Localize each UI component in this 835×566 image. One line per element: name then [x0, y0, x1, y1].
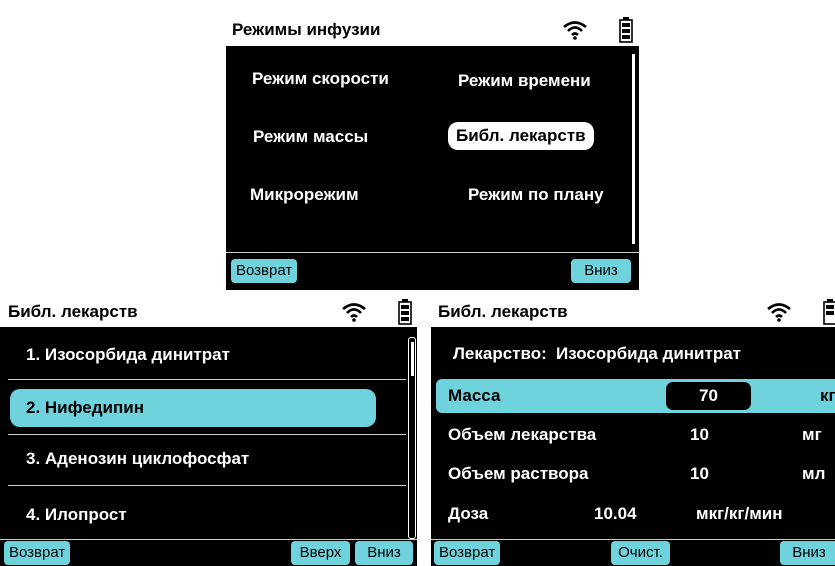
- battery-icon: [823, 299, 835, 325]
- bottom-divider: [431, 539, 835, 540]
- down-button[interactable]: Вниз: [355, 541, 413, 565]
- drug-name: Изосорбида динитрат: [556, 344, 741, 363]
- mass-input[interactable]: 70: [666, 382, 751, 410]
- mode-mass[interactable]: Режим массы: [253, 127, 368, 147]
- mode-plan[interactable]: Режим по плану: [468, 185, 604, 205]
- back-button[interactable]: Возврат: [434, 541, 501, 565]
- divider: [8, 434, 406, 435]
- scrollbar-thumb[interactable]: [411, 342, 414, 376]
- list-item[interactable]: 3. Аденозин циклофосфат: [0, 437, 407, 480]
- titlebar: Библ. лекарств: [431, 297, 835, 327]
- mode-micro[interactable]: Микрорежим: [250, 185, 359, 205]
- divider: [8, 485, 406, 486]
- param-row-dose[interactable]: Доза 10.04 мкг/кг/мин: [431, 497, 835, 531]
- divider: [8, 379, 406, 380]
- drug-library-screen: Библ. лекарств 1. Изосорбида динитрат 2.…: [0, 297, 417, 566]
- back-button[interactable]: Возврат: [4, 541, 71, 565]
- back-button[interactable]: Возврат: [231, 259, 298, 283]
- drug-label: Лекарство:: [453, 344, 547, 363]
- drug-row: Лекарство: Изосорбида динитрат: [431, 337, 835, 371]
- list-item-selected[interactable]: 2. Нифедипин: [10, 389, 376, 427]
- up-button[interactable]: Вверх: [291, 541, 350, 565]
- screen-title: Библ. лекарств: [8, 302, 138, 321]
- drug-parameters-screen: Библ. лекарств Лекарство: Изосорбида дин…: [431, 297, 835, 566]
- screen-title: Библ. лекарств: [438, 302, 568, 321]
- battery-icon: [619, 17, 633, 43]
- clear-button[interactable]: Очист.: [611, 541, 670, 565]
- titlebar: Библ. лекарств: [0, 297, 417, 327]
- param-unit: мкг/кг/мин: [696, 504, 783, 523]
- mode-time[interactable]: Режим времени: [458, 71, 591, 91]
- bottom-divider: [226, 252, 639, 253]
- param-label: Объем раствора: [448, 464, 589, 483]
- param-value: 10.04: [594, 504, 637, 523]
- param-label: Объем лекарства: [448, 425, 597, 444]
- param-value: 10: [690, 425, 709, 444]
- mode-drug-library[interactable]: Библ. лекарств: [448, 122, 594, 150]
- param-unit: мг: [802, 425, 822, 444]
- mode-rate[interactable]: Режим скорости: [252, 69, 389, 89]
- screen-title: Режимы инфузии: [232, 20, 381, 39]
- list-item[interactable]: 1. Изосорбида динитрат: [0, 333, 407, 376]
- infusion-modes-screen: Режимы инфузии Режим скорости Режим врем…: [226, 14, 639, 290]
- wifi-icon: [563, 21, 587, 40]
- param-row-solution-volume[interactable]: Объем раствора 10 мл: [431, 457, 835, 491]
- scrollbar[interactable]: [632, 54, 635, 244]
- param-row-mass[interactable]: Масса 70 кг: [436, 379, 835, 413]
- down-button[interactable]: Вниз: [780, 541, 835, 565]
- param-unit: кг: [820, 386, 835, 405]
- param-unit: мл: [802, 464, 826, 483]
- battery-icon: [398, 299, 412, 325]
- down-button[interactable]: Вниз: [571, 259, 631, 283]
- wifi-icon: [767, 303, 791, 322]
- wifi-icon: [342, 303, 366, 322]
- list-item[interactable]: 4. Илопрост: [0, 493, 407, 536]
- param-label: Масса: [448, 386, 501, 405]
- param-row-drug-volume[interactable]: Объем лекарства 10 мг: [431, 418, 835, 452]
- scrollbar[interactable]: [408, 337, 416, 539]
- titlebar: Режимы инфузии: [226, 14, 639, 46]
- bottom-divider: [0, 539, 417, 540]
- param-value: 10: [690, 464, 709, 483]
- param-label: Доза: [448, 504, 489, 523]
